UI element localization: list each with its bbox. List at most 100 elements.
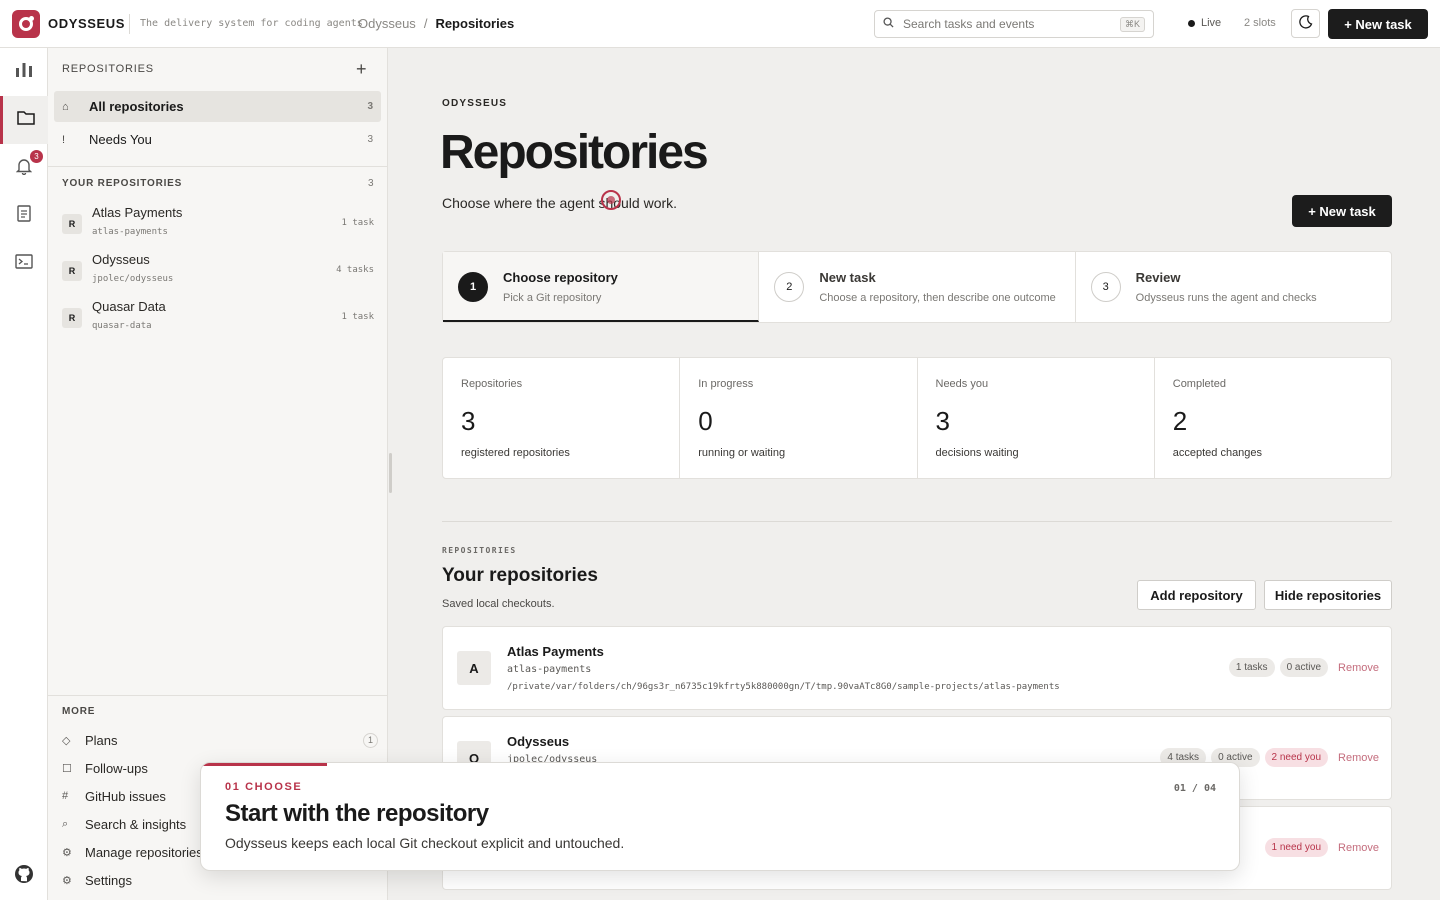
sidebar-divider [48,695,388,696]
rail-documents[interactable] [0,192,48,240]
stat-value: 2 [1172,406,1188,436]
repo-avatar: R [62,308,82,328]
onboarding-tour-panel[interactable]: 01 CHOOSE 01 / 04 Start with the reposit… [200,762,1240,871]
repo-name: Odysseus [92,252,150,267]
rail-notifications[interactable]: 3 [0,144,48,192]
cursor-indicator-icon [601,190,621,210]
step-title: Choose repository [503,270,618,285]
new-task-button[interactable]: + New task [1292,195,1392,227]
sidebar-title: REPOSITORIES [62,63,154,75]
search-input[interactable]: Search tasks and events ⌘K [874,10,1154,38]
sidebar-item-plans[interactable]: ◇ Plans 1 [62,729,378,751]
section-subtitle: Saved local checkouts. [442,598,555,610]
needs-you-tag: 1 need you [1264,838,1329,857]
new-task-button[interactable]: + New task [1328,9,1428,39]
diamond-icon: ◇ [62,734,71,747]
repo-slug: atlas-payments [507,664,592,675]
step-choose-repository[interactable]: 1 Choose repository Pick a Git repositor… [443,252,760,322]
tagline: The delivery system for coding agents [140,18,363,29]
sidebar-item-label: All repositories [89,99,184,114]
add-repository-icon[interactable]: + [356,59,367,80]
stat-completed: Completed 2 accepted changes [1155,358,1391,478]
repo-path: /private/var/folders/ch/96gs3r_n6735c19k… [507,682,1060,692]
remove-button[interactable]: Remove [1338,662,1379,674]
remove-button[interactable]: Remove [1338,752,1379,764]
step-new-task[interactable]: 2 New task Choose a repository, then des… [759,252,1076,322]
repo-task-count: 4 tasks [336,265,374,275]
sidebar-resize-handle[interactable] [389,453,392,493]
sidebar-item-settings[interactable]: ⚙ Settings [62,869,378,891]
rail-repositories[interactable] [0,96,48,144]
repo-slug: atlas-payments [92,227,168,237]
repo-task-count: 1 task [341,218,374,228]
stat-description: registered repositories [461,447,570,459]
tasks-tag: 1 tasks [1228,658,1275,677]
sidebar-item-label: GitHub issues [85,788,166,804]
theme-toggle-button[interactable] [1291,9,1320,38]
sidebar-divider [48,166,388,167]
search-icon: ⌕ [62,817,69,830]
step-review[interactable]: 3 Review Odysseus runs the agent and che… [1076,252,1391,322]
rail-github[interactable] [0,852,48,900]
page-subtitle: Choose where the agent should work. [442,195,678,211]
sidebar-item-count: 3 [367,134,373,145]
brand-divider [129,14,130,34]
odysseus-logo[interactable] [12,10,40,38]
sidebar-item-label: Plans [85,732,118,748]
repository-card[interactable]: A Atlas Payments atlas-payments /private… [442,626,1392,710]
needs-you-tag: 2 need you [1264,748,1329,767]
breadcrumb: Odysseus / Repositories [358,16,514,31]
sidebar-item-label: Settings [85,872,132,888]
repo-name: Quasar Data [92,299,166,314]
step-description: Choose a repository, then describe one o… [819,292,1056,304]
step-number: 3 [1090,272,1121,302]
stat-label: Completed [1172,378,1226,390]
stat-needs-you: Needs you 3 decisions waiting [918,358,1155,478]
stepper: 1 Choose repository Pick a Git repositor… [442,251,1392,323]
breadcrumb-current: Repositories [435,16,515,31]
stat-description: accepted changes [1172,447,1263,459]
tour-body: Odysseus keeps each local Git checkout e… [225,835,625,851]
hide-repositories-button[interactable]: Hide repositories [1264,580,1392,610]
page-eyebrow: ODYSSEUS [442,98,508,109]
bell-icon [15,157,33,180]
hash-icon: # [62,790,69,802]
repo-tags: 1 tasks 0 active Remove [1228,658,1379,677]
slots-count: 2 slots [1244,17,1276,29]
live-dot-icon [1188,19,1195,27]
sidebar-repo-item[interactable]: R Odysseus jpolec/odysseus 4 tasks [62,252,378,296]
add-repository-button[interactable]: Add repository [1137,580,1256,610]
brand-name: ODYSSEUS [48,16,126,31]
search-icon [883,17,903,31]
stat-value: 0 [698,406,713,436]
sidebar-item-count: 1 [363,732,378,748]
breadcrumb-root[interactable]: Odysseus [358,16,416,31]
home-icon: ⌂ [62,100,69,113]
repo-tags: 1 need you Remove [1264,838,1379,857]
sidebar-item-all-repositories[interactable]: ⌂ All repositories 3 [54,91,381,122]
stat-repositories: Repositories 3 registered repositories [443,358,681,478]
rail-dashboard[interactable] [0,48,48,96]
stat-value: 3 [461,406,476,436]
step-number: 2 [774,272,805,302]
remove-button[interactable]: Remove [1338,842,1379,854]
tour-page-indicator: 01 / 04 [1173,783,1216,794]
step-title: Review [1135,270,1181,285]
tour-title: Start with the repository [225,800,489,827]
sidebar-repo-item[interactable]: R Atlas Payments atlas-payments 1 task [62,205,378,249]
page-title: Repositories [440,126,709,179]
rail-terminal[interactable] [0,240,48,288]
terminal-icon [15,254,33,274]
search-shortcut: ⌘K [1119,16,1145,32]
step-description: Pick a Git repository [503,292,602,304]
sidebar-repo-item[interactable]: R Quasar Data quasar-data 1 task [62,299,378,343]
your-repositories-heading: YOUR REPOSITORIES [62,178,183,189]
more-heading: MORE [62,706,96,717]
sidebar-item-needs-you[interactable]: ! Needs You 3 [54,124,381,155]
checkbox-icon: ☐ [62,762,72,775]
stat-label: Repositories [461,378,523,390]
search-placeholder: Search tasks and events [903,17,1035,31]
github-icon [14,864,34,889]
stat-label: In progress [698,378,754,390]
stats-panel: Repositories 3 registered repositories In … [442,357,1392,479]
